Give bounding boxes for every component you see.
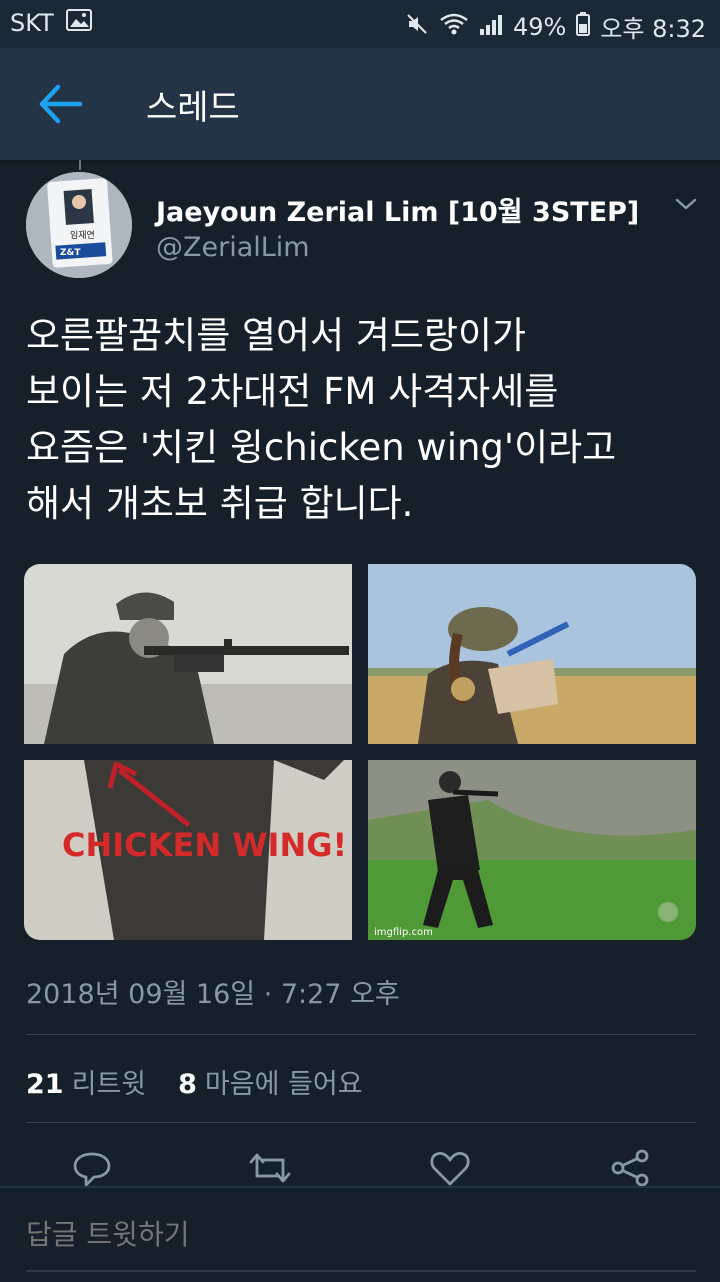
divider: [26, 1034, 696, 1035]
battery-percent: 49%: [512, 12, 567, 41]
author-handle[interactable]: @ZerialLim: [156, 232, 310, 263]
back-arrow-icon: [28, 84, 92, 136]
carrier-label: SKT: [10, 9, 54, 37]
reply-bar: [0, 1186, 720, 1282]
tweet-timestamp: 2018년 09월 16일 · 7:27 오후: [26, 979, 400, 1010]
reply-input-underline: [26, 1270, 696, 1272]
imgflip-watermark: imgflip.com: [374, 927, 433, 938]
app-bar: 스레드: [0, 48, 720, 160]
tweet-stats: 21 리트윗 8 마음에 들어요: [26, 1062, 363, 1101]
avatar-badge-logo: Z&T: [60, 248, 81, 258]
avatar[interactable]: 임재연 Z&T: [26, 172, 132, 278]
like-count[interactable]: 8: [178, 1069, 197, 1100]
media-photo-2[interactable]: [368, 564, 696, 744]
mute-icon: [405, 12, 429, 42]
back-button[interactable]: [28, 76, 92, 132]
wifi-icon: [439, 12, 469, 42]
like-label[interactable]: 마음에 들어요: [205, 1062, 363, 1101]
tweet-menu-button[interactable]: [672, 190, 700, 218]
thread-connector: [79, 160, 81, 170]
battery-icon: [576, 11, 591, 42]
retweet-count[interactable]: 21: [26, 1069, 64, 1100]
chevron-down-icon: [672, 198, 700, 222]
media-photo-1[interactable]: [24, 564, 352, 744]
tweet-text: 오른팔꿈치를 열어서 겨드랑이가 보이는 저 2차대전 FM 사격자세를 요즘은…: [26, 314, 617, 525]
share-button[interactable]: [606, 1148, 654, 1188]
tweet-actions: [0, 1148, 720, 1188]
media-photo-3[interactable]: CHICKEN WING!: [24, 760, 352, 940]
clock: 오후 8:32: [600, 15, 706, 43]
signal-icon: [479, 13, 503, 41]
media-photo-4[interactable]: imgflip.com: [368, 760, 696, 940]
retweet-button[interactable]: [246, 1148, 294, 1188]
divider: [26, 1122, 696, 1123]
like-button[interactable]: [426, 1148, 474, 1188]
retweet-label[interactable]: 리트윗: [72, 1062, 147, 1101]
reply-button[interactable]: [68, 1148, 116, 1188]
reply-input[interactable]: [0, 1188, 720, 1280]
avatar-badge-name: 임재연: [70, 229, 95, 241]
page-title: 스레드: [146, 88, 240, 128]
image-icon: [65, 9, 92, 37]
chicken-wing-caption: CHICKEN WING!: [62, 826, 347, 864]
status-bar: SKT 49% 오후 8:32: [0, 0, 720, 48]
author-name[interactable]: Jaeyoun Zerial Lim [10월 3STEP]: [156, 190, 639, 229]
